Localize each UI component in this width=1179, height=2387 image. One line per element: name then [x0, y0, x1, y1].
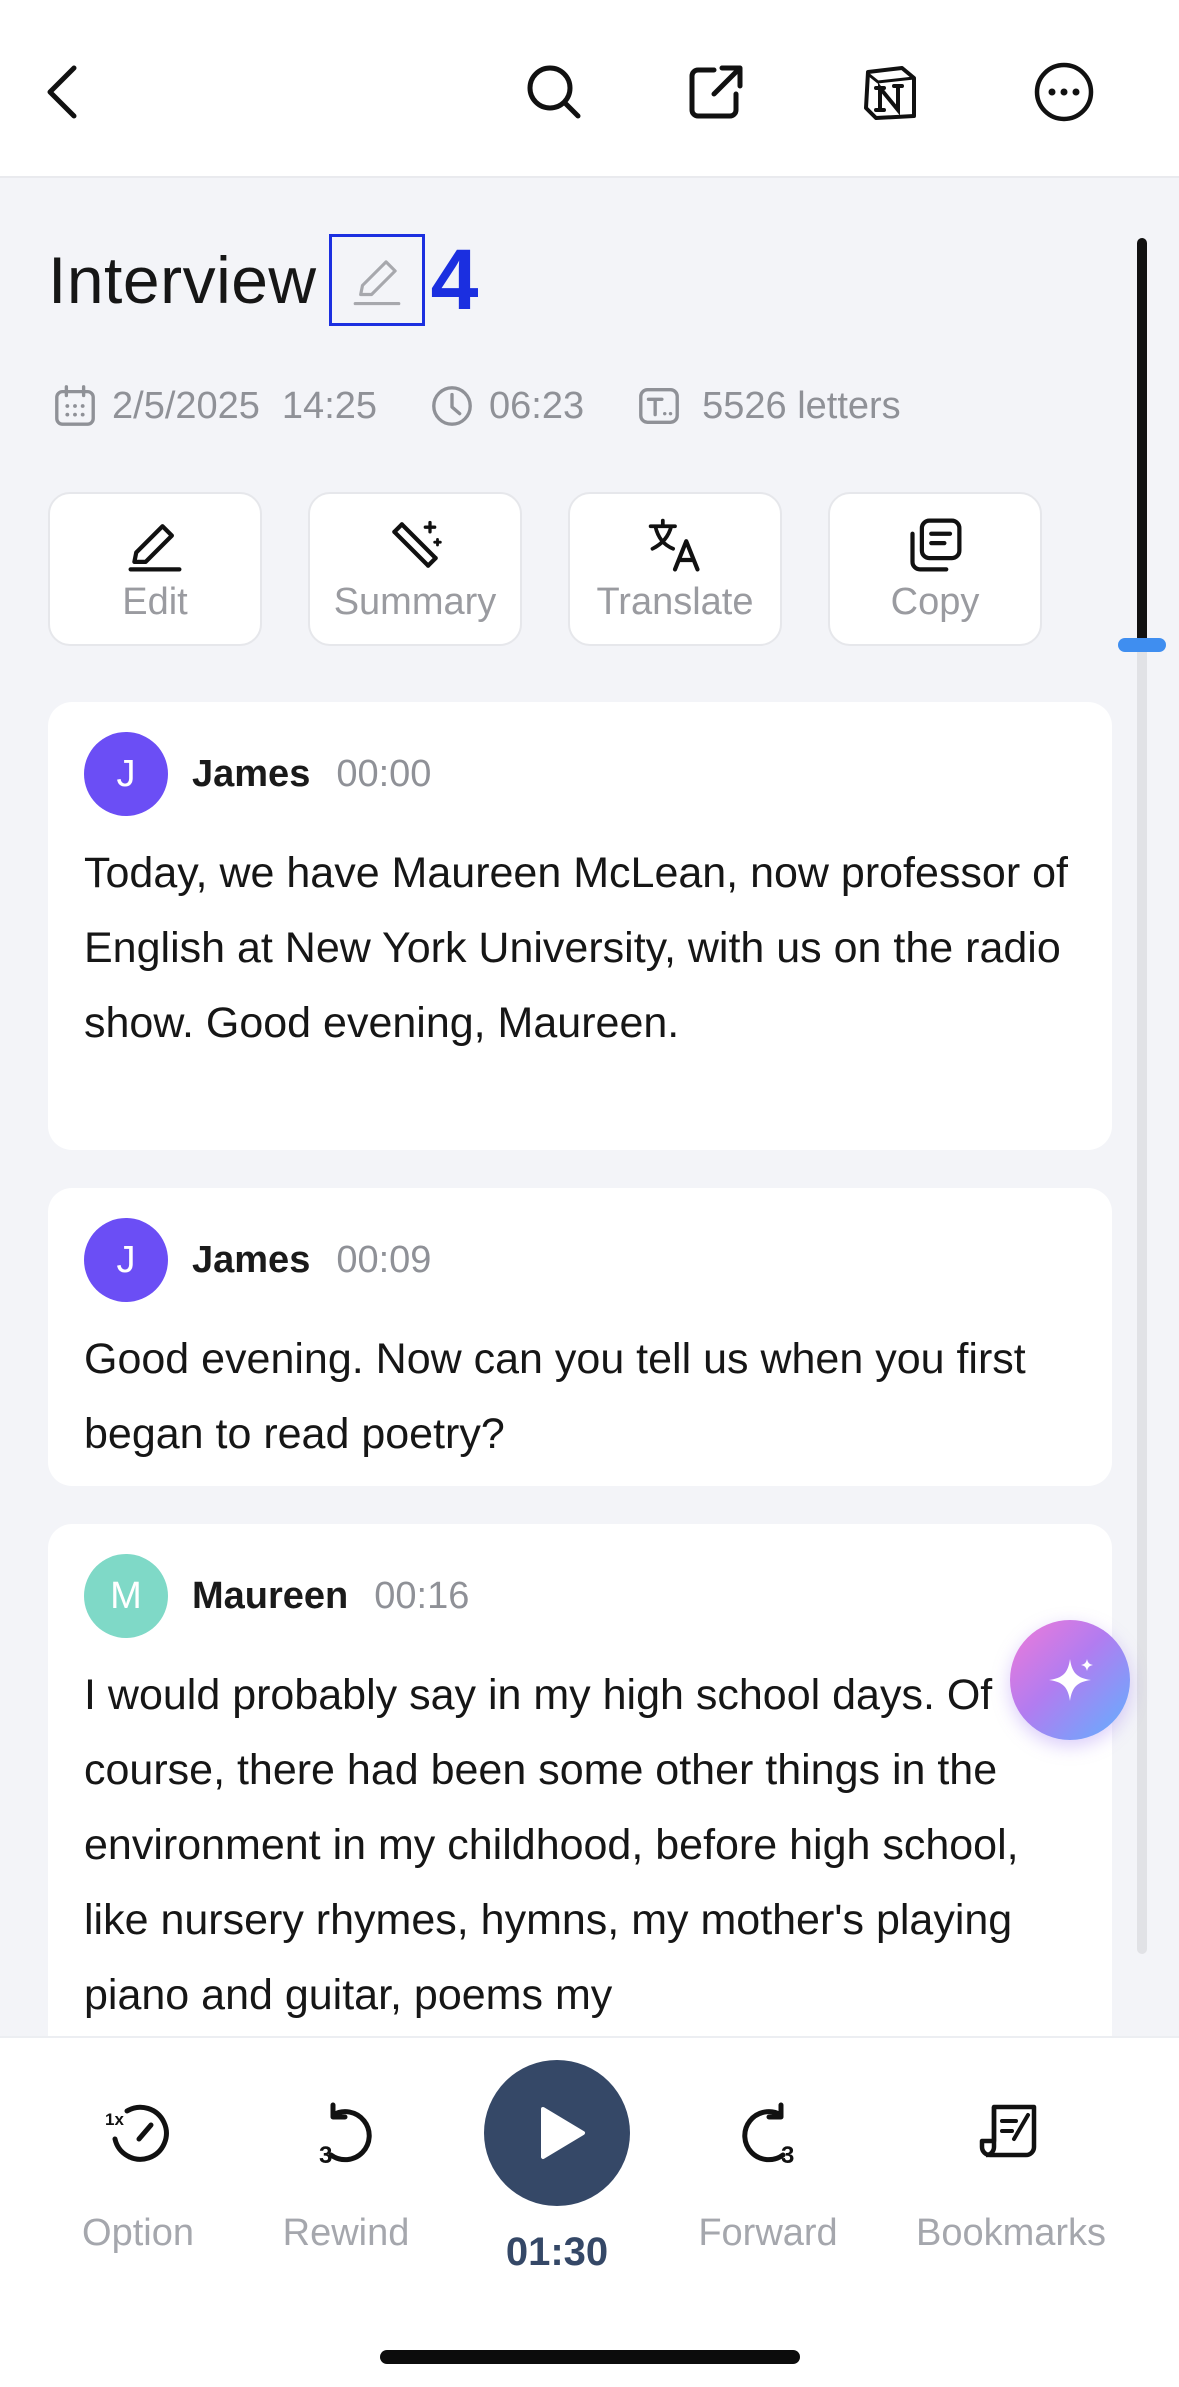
- share-button[interactable]: [670, 46, 762, 138]
- magic-wand-icon: [392, 520, 442, 568]
- letters-meta: 5526 letters: [636, 383, 901, 429]
- transcript-card[interactable]: J James 00:00 Today, we have Maureen McL…: [48, 702, 1112, 1150]
- chevron-left-icon: [47, 65, 77, 119]
- page-title: Interview: [48, 243, 317, 317]
- avatar: J: [84, 1218, 168, 1302]
- search-icon: [527, 65, 581, 119]
- pencil-icon: [353, 260, 400, 306]
- speed-value: 1x: [105, 2110, 124, 2129]
- pencil-icon: [128, 523, 182, 571]
- bookmarks-label: Bookmarks: [915, 2212, 1107, 2254]
- meta-row: 2/5/2025 14:25 06:23 5526 letters: [52, 378, 901, 434]
- play-control: 01:30: [484, 2060, 630, 2275]
- text-count-icon: [639, 388, 679, 424]
- rewind-button[interactable]: 3 Rewind: [278, 2094, 414, 2255]
- time-text: 14:25: [281, 384, 378, 427]
- duration-meta: 06:23: [429, 383, 584, 429]
- avatar: M: [84, 1554, 168, 1638]
- copy-label: Copy: [890, 580, 980, 623]
- speaker-name: James: [192, 752, 311, 795]
- forward-button[interactable]: 3 Forward: [690, 2094, 846, 2255]
- more-button[interactable]: [1018, 46, 1110, 138]
- rewind-label: Rewind: [282, 2212, 410, 2254]
- translate-button[interactable]: Translate: [568, 492, 782, 646]
- play-button[interactable]: [484, 2060, 630, 2206]
- letters-text: 5526 letters: [702, 384, 901, 427]
- search-button[interactable]: [508, 46, 600, 138]
- date-meta: 2/5/2025 14:25: [52, 383, 377, 429]
- annotation-number: 4: [430, 232, 479, 328]
- calendar-icon: [55, 385, 95, 426]
- transcript-card[interactable]: J James 00:09 Good evening. Now can you …: [48, 1188, 1112, 1486]
- bookmarks-icon: [979, 2104, 1037, 2158]
- forward-icon: 3: [742, 2102, 794, 2169]
- date-text: 2/5/2025: [112, 384, 260, 427]
- transcript-text: I would probably say in my high school d…: [84, 1671, 1019, 2019]
- rewind-seconds: 3: [319, 2142, 332, 2169]
- clock-icon: [432, 386, 472, 426]
- edit-label: Edit: [122, 580, 188, 623]
- segment-timestamp[interactable]: 00:09: [336, 1239, 431, 1282]
- action-bar: Edit Summary Translate Copy: [48, 492, 1042, 646]
- translate-icon: [648, 518, 700, 571]
- summary-button[interactable]: Summary: [308, 492, 522, 646]
- option-button[interactable]: 1x Option: [76, 2094, 200, 2255]
- copy-icon: [910, 518, 962, 571]
- transcript-text: Today, we have Maureen McLean, now profe…: [84, 849, 1068, 1047]
- translate-label: Translate: [596, 580, 754, 623]
- segment-timestamp[interactable]: 00:00: [336, 753, 431, 796]
- speaker-name: Maureen: [192, 1574, 349, 1617]
- edit-button[interactable]: Edit: [48, 492, 262, 646]
- back-button[interactable]: [20, 46, 112, 138]
- more-dots-icon: [1034, 62, 1094, 122]
- speaker-name: James: [192, 1238, 311, 1281]
- transcript-card[interactable]: M Maureen 00:16 I would probably say in …: [48, 1524, 1112, 2084]
- avatar: J: [84, 732, 168, 816]
- top-nav-bar: [0, 0, 1179, 178]
- playback-speed-icon: 1x: [105, 2104, 169, 2162]
- copy-button[interactable]: Copy: [828, 492, 1042, 646]
- current-time: 01:30: [505, 2230, 609, 2274]
- home-indicator[interactable]: [380, 2350, 800, 2364]
- option-label: Option: [82, 2212, 194, 2254]
- rewind-icon: 3: [319, 2102, 372, 2169]
- sparkle-icon: [1049, 1659, 1093, 1701]
- scroll-position-marker[interactable]: [1118, 638, 1166, 652]
- segment-timestamp[interactable]: 00:16: [374, 1575, 469, 1618]
- transcript-text: Good evening. Now can you tell us when y…: [84, 1335, 1026, 1458]
- notion-button[interactable]: [844, 46, 936, 138]
- bookmarks-button[interactable]: Bookmarks: [908, 2094, 1114, 2255]
- rename-title-button[interactable]: [328, 234, 425, 326]
- forward-seconds: 3: [781, 2142, 794, 2169]
- forward-label: Forward: [698, 2212, 838, 2254]
- duration-text: 06:23: [489, 384, 585, 427]
- ai-assistant-button[interactable]: [1010, 1620, 1130, 1740]
- audio-player-bar: 1x Option 3 Rewind 01:30 3 Forward Bookm…: [0, 2036, 1179, 2387]
- share-icon: [689, 65, 743, 119]
- summary-label: Summary: [333, 580, 497, 623]
- play-icon: [541, 2107, 585, 2159]
- title-row: Interview 4: [48, 230, 478, 330]
- notion-icon: [864, 66, 916, 120]
- scrollbar-thumb[interactable]: [1137, 238, 1147, 648]
